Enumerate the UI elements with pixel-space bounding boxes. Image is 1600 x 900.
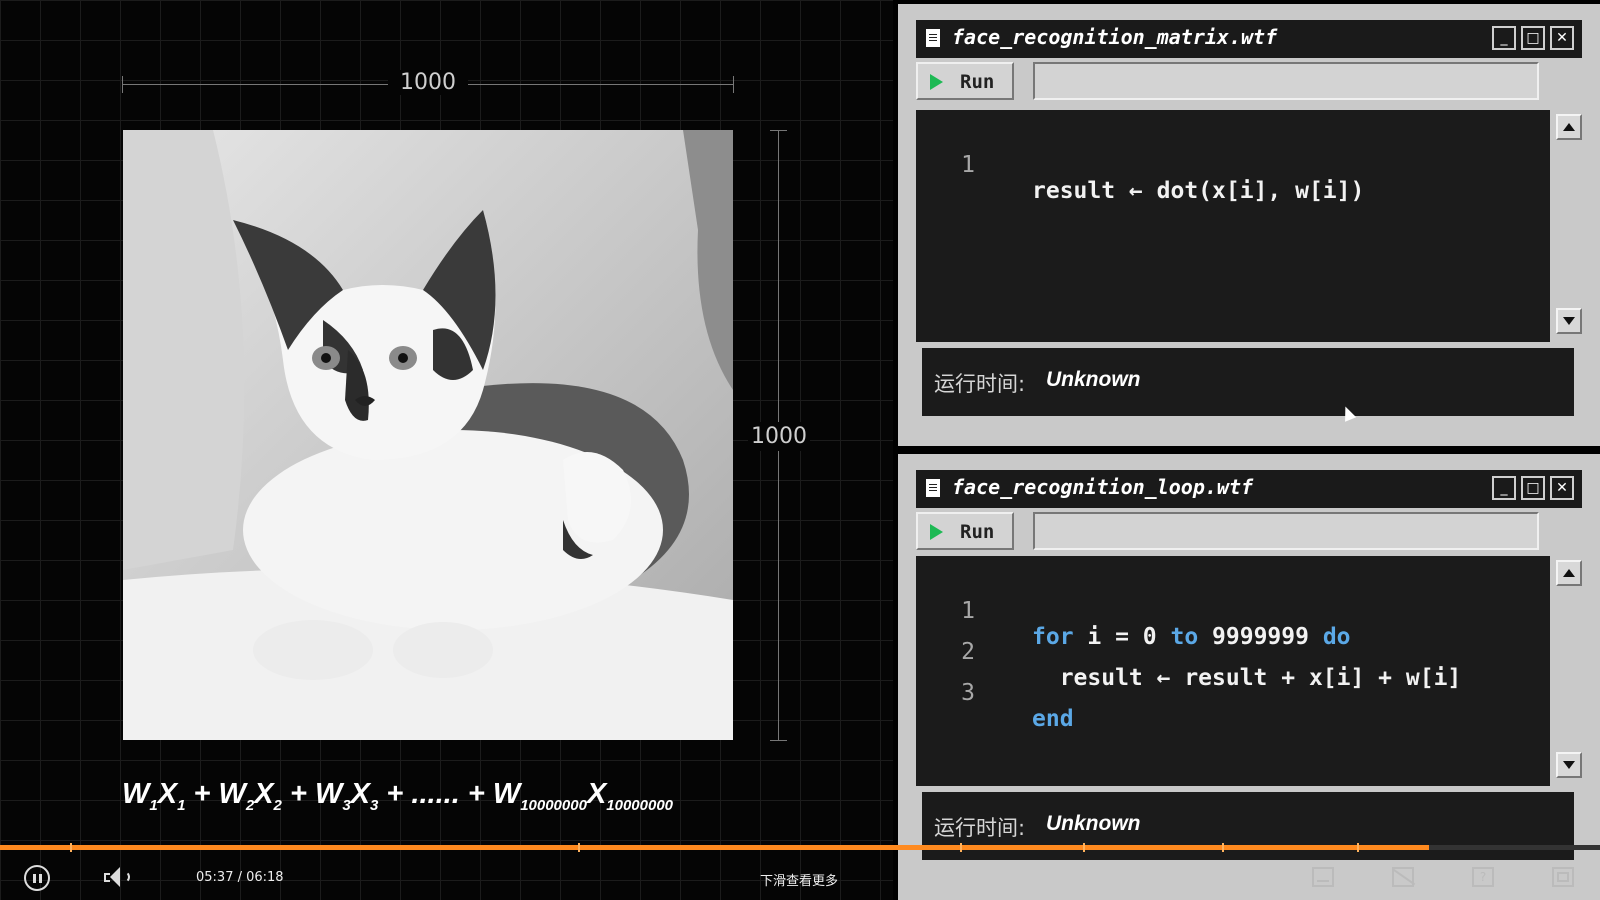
scroll-more-hint: 下滑查看更多 bbox=[760, 874, 839, 889]
cat-photo bbox=[123, 130, 733, 740]
run-button[interactable]: Run bbox=[916, 512, 1014, 550]
scroll-up-button[interactable] bbox=[1556, 560, 1582, 586]
code-line: 1 for i = 0 to 9999999 do bbox=[916, 572, 1350, 650]
line-number: 1 bbox=[961, 152, 975, 178]
chapter-mark[interactable] bbox=[1222, 843, 1225, 852]
maximize-button[interactable]: □ bbox=[1521, 476, 1545, 500]
code-line: 3 end bbox=[916, 654, 1073, 732]
window-title: face_recognition_loop.wtf bbox=[952, 475, 1254, 499]
code-text: result ← dot(x[i], w[i]) bbox=[1032, 178, 1365, 204]
maximize-button[interactable]: □ bbox=[1521, 26, 1545, 50]
volume-button[interactable] bbox=[104, 865, 134, 891]
document-icon bbox=[926, 479, 940, 497]
playback-time: 05:37 / 06:18 bbox=[196, 870, 284, 885]
code-text: result ← result + x[i] + w[i] bbox=[1032, 665, 1462, 691]
runtime-value: Unknown bbox=[1046, 812, 1141, 835]
height-dimension-label: 1000 bbox=[748, 422, 810, 451]
window-title: face_recognition_matrix.wtf bbox=[952, 25, 1278, 49]
scroll-up-button[interactable] bbox=[1556, 114, 1582, 140]
matrix-window-titlebar[interactable]: face_recognition_matrix.wtf _ □ ✕ bbox=[916, 20, 1582, 58]
runtime-label: 运行时间: bbox=[934, 816, 1026, 840]
runtime-value: Unknown bbox=[1046, 368, 1141, 391]
code-text: end bbox=[1032, 706, 1074, 732]
line-number: 3 bbox=[961, 680, 975, 706]
scroll-down-button[interactable] bbox=[1556, 752, 1582, 778]
close-button[interactable]: ✕ bbox=[1550, 476, 1574, 500]
loop-window: face_recognition_loop.wtf _ □ ✕ Run 1 fo… bbox=[898, 454, 1600, 900]
vertical-scrollbar[interactable] bbox=[1554, 556, 1584, 786]
document-icon bbox=[926, 29, 940, 47]
chapter-mark[interactable] bbox=[577, 843, 580, 852]
video-progress-bar[interactable] bbox=[0, 843, 1600, 852]
run-label: Run bbox=[960, 71, 995, 93]
subtitle-icon[interactable] bbox=[1312, 867, 1334, 887]
arrow-down-icon bbox=[1563, 317, 1575, 325]
vertical-scrollbar[interactable] bbox=[1554, 110, 1584, 342]
help-icon[interactable]: ? bbox=[1472, 867, 1494, 887]
fullscreen-icon[interactable] bbox=[1552, 867, 1574, 887]
code-text: for i = 0 to 9999999 do bbox=[1032, 624, 1351, 650]
player-controls: 05:37 / 06:18 下滑查看更多 ? bbox=[0, 855, 1600, 900]
minimize-button[interactable]: _ bbox=[1492, 476, 1516, 500]
loop-window-titlebar[interactable]: face_recognition_loop.wtf _ □ ✕ bbox=[916, 470, 1582, 508]
chapter-mark[interactable] bbox=[960, 843, 962, 852]
width-dimension-label: 1000 bbox=[388, 70, 468, 95]
progress-fill bbox=[0, 845, 1429, 850]
pause-button[interactable] bbox=[24, 865, 50, 891]
play-icon bbox=[930, 524, 943, 540]
code-editor[interactable]: 1 result ← dot(x[i], w[i]) bbox=[916, 110, 1550, 342]
arrow-up-icon bbox=[1563, 123, 1575, 131]
play-icon bbox=[930, 74, 943, 90]
runtime-status: 运行时间: Unknown bbox=[922, 348, 1574, 416]
arrow-up-icon bbox=[1563, 569, 1575, 577]
sound-wave bbox=[122, 871, 130, 883]
code-line: 1 result ← dot(x[i], w[i]) bbox=[916, 126, 1364, 204]
run-toolbar: Run bbox=[916, 62, 1582, 104]
subtitle-off-icon[interactable] bbox=[1392, 867, 1414, 887]
chapter-mark[interactable] bbox=[1356, 843, 1359, 852]
speaker-cone bbox=[110, 867, 120, 887]
chapter-mark[interactable] bbox=[70, 843, 73, 852]
runtime-label: 运行时间: bbox=[934, 372, 1026, 396]
run-label: Run bbox=[960, 521, 995, 543]
close-button[interactable]: ✕ bbox=[1550, 26, 1574, 50]
weighted-sum-formula: W1X1 + W2X2 + W3X3 + ...... + W10000000X… bbox=[122, 778, 674, 814]
output-field[interactable] bbox=[1033, 512, 1539, 550]
run-toolbar: Run bbox=[916, 512, 1582, 554]
video-stage: 1000 1000 W1X1 + W2X2 + W3X3 + ...... + … bbox=[0, 0, 893, 900]
chapter-mark[interactable] bbox=[1083, 843, 1086, 852]
scroll-down-button[interactable] bbox=[1556, 308, 1582, 334]
matrix-window: face_recognition_matrix.wtf _ □ ✕ Run 1 … bbox=[898, 4, 1600, 446]
code-line: 2 result ← result + x[i] + w[i] bbox=[916, 613, 1461, 691]
output-field[interactable] bbox=[1033, 62, 1539, 100]
run-button[interactable]: Run bbox=[916, 62, 1014, 100]
arrow-down-icon bbox=[1563, 761, 1575, 769]
minimize-button[interactable]: _ bbox=[1492, 26, 1516, 50]
code-editor[interactable]: 1 for i = 0 to 9999999 do 2 result ← res… bbox=[916, 556, 1550, 786]
